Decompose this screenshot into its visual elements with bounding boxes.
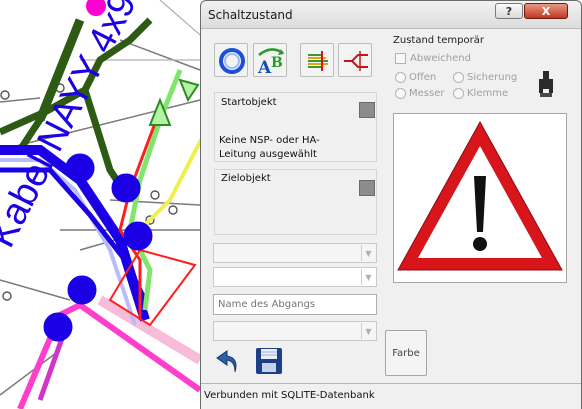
map-view[interactable]: Kabel NAYY 4x95 — [0, 0, 206, 409]
combo-3[interactable]: ▼ — [213, 321, 377, 341]
a-to-b-button[interactable]: A B — [253, 43, 287, 77]
checkbox-box[interactable] — [395, 53, 406, 64]
a-to-b-icon: A B — [257, 48, 284, 77]
zielobjekt-panel: Zielobjekt — [214, 169, 377, 235]
radio-circle[interactable] — [395, 72, 406, 83]
branch-icon — [344, 51, 368, 71]
startobjekt-color-swatch[interactable] — [359, 102, 375, 118]
warning-image-frame — [393, 113, 567, 283]
message-line: Keine NSP- oder HA- — [219, 135, 320, 146]
line-list-icon — [308, 51, 328, 71]
schaltzustand-dialog: Schaltzustand ? X A B Zustand temporär A… — [200, 0, 582, 409]
line-list-button[interactable] — [300, 43, 334, 77]
radio-klemme[interactable]: Klemme — [453, 88, 508, 99]
radio-label: Klemme — [467, 88, 509, 99]
message-line: Leitung ausgewählt — [219, 149, 317, 160]
combo-1[interactable]: ▼ — [213, 243, 377, 263]
zielobjekt-color-swatch[interactable] — [359, 180, 375, 196]
circle-refresh-icon — [219, 48, 245, 74]
radio-label: Offen — [409, 72, 437, 83]
startobjekt-panel: Startobjekt Keine NSP- oder HA- Leitung … — [214, 92, 377, 162]
zustand-title: Zustand temporär — [393, 35, 484, 46]
branch-button[interactable] — [338, 43, 372, 77]
status-bar: Verbunden mit SQLITE-Datenbank — [201, 383, 581, 409]
farbe-button[interactable]: Farbe — [385, 330, 427, 376]
radio-label: Sicherung — [467, 72, 518, 83]
dialog-title: Schaltzustand — [208, 8, 293, 22]
help-button[interactable]: ? — [495, 3, 523, 19]
combo-2[interactable]: ▼ — [213, 267, 377, 287]
svg-text:A: A — [257, 58, 272, 77]
svg-text:B: B — [271, 55, 283, 71]
radio-circle[interactable] — [395, 88, 406, 99]
warning-triangle-icon — [397, 120, 563, 271]
refresh-button[interactable] — [214, 43, 248, 77]
radio-messer[interactable]: Messer — [395, 88, 444, 99]
radio-circle[interactable] — [453, 88, 464, 99]
startobjekt-title: Startobjekt — [221, 97, 277, 108]
radio-sicherung[interactable]: Sicherung — [453, 72, 517, 83]
radio-circle[interactable] — [453, 72, 464, 83]
map-canvas: Kabel NAYY 4x95 — [0, 0, 206, 409]
undo-icon[interactable] — [213, 346, 243, 376]
radio-label: Messer — [409, 88, 445, 99]
title-bar[interactable]: Schaltzustand ? X — [201, 1, 581, 29]
zielobjekt-title: Zielobjekt — [221, 173, 271, 184]
abgang-name-input[interactable] — [213, 294, 377, 315]
close-button[interactable]: X — [524, 3, 568, 19]
switch-icon — [539, 71, 553, 97]
radio-offen[interactable]: Offen — [395, 72, 436, 83]
chevron-down-icon[interactable]: ▼ — [361, 323, 375, 339]
save-icon[interactable] — [254, 346, 284, 376]
status-text: Verbunden mit SQLITE-Datenbank — [204, 390, 375, 401]
startobjekt-message: Keine NSP- oder HA- Leitung ausgewählt — [219, 134, 320, 162]
abweichend-label: Abweichend — [410, 53, 471, 64]
abweichend-checkbox[interactable]: Abweichend — [395, 53, 471, 64]
chevron-down-icon[interactable]: ▼ — [361, 245, 375, 261]
chevron-down-icon[interactable]: ▼ — [361, 269, 375, 285]
